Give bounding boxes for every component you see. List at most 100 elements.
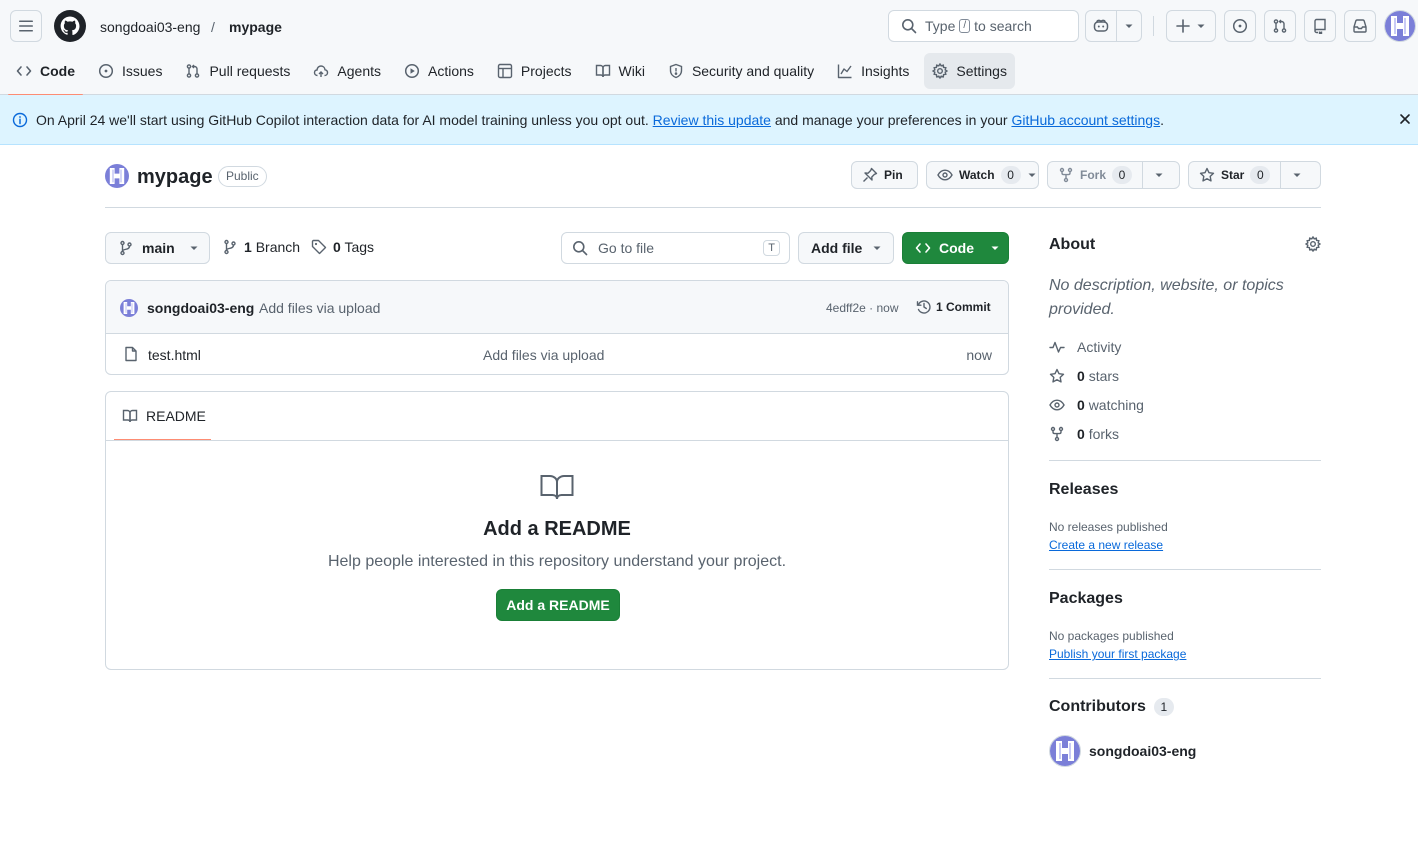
tab-wiki-label: Wiki xyxy=(618,63,645,79)
fork-count: 0 xyxy=(1112,166,1133,184)
issue-opened-icon xyxy=(1232,18,1248,34)
copilot-button[interactable] xyxy=(1086,11,1118,41)
tags-link[interactable]: 0 Tags xyxy=(311,239,374,255)
breadcrumb-owner[interactable]: songdoai03-eng xyxy=(100,17,200,37)
search-icon xyxy=(573,241,588,256)
triangle-down-icon xyxy=(1125,24,1133,28)
hamburger-menu-button[interactable] xyxy=(10,10,42,42)
file-row[interactable]: test.html Add files via upload now xyxy=(106,334,1008,374)
forks-link[interactable]: 0 forks xyxy=(1049,426,1119,442)
packages-heading[interactable]: Packages xyxy=(1049,590,1123,608)
go-to-file-input[interactable]: Go to file T xyxy=(561,232,790,264)
your-pull-requests-button[interactable] xyxy=(1264,10,1296,42)
shield-icon xyxy=(669,63,683,79)
file-commit-message[interactable]: Add files via upload xyxy=(483,347,604,363)
go-to-file-placeholder: Go to file xyxy=(598,240,655,256)
tab-actions-label: Actions xyxy=(428,63,474,79)
readme-divider xyxy=(106,440,1008,441)
contributor-name[interactable]: songdoai03-eng xyxy=(1089,743,1196,759)
commit-author[interactable]: songdoai03-eng xyxy=(147,300,254,316)
account-settings-link[interactable]: GitHub account settings xyxy=(1011,112,1160,128)
watch-button[interactable]: Watch 0 xyxy=(926,161,1039,189)
triangle-down-icon xyxy=(1028,173,1036,177)
pull-request-icon xyxy=(187,64,200,78)
tab-projects[interactable]: Projects xyxy=(489,53,580,89)
stars-link[interactable]: 0 stars xyxy=(1049,368,1119,384)
commit-message[interactable]: Add files via upload xyxy=(259,300,380,316)
activity-label: Activity xyxy=(1077,339,1122,355)
file-listing: songdoai03-eng Add files via upload 4edf… xyxy=(105,280,1009,375)
repo-owner-avatar[interactable] xyxy=(105,164,129,188)
forks-label: forks xyxy=(1088,426,1120,442)
tab-settings-label: Settings xyxy=(956,63,1007,79)
activity-link[interactable]: Activity xyxy=(1049,339,1121,355)
releases-heading[interactable]: Releases xyxy=(1049,481,1118,499)
add-file-button[interactable]: Add file xyxy=(798,232,894,264)
watch-label: Watch xyxy=(959,168,995,182)
eye-icon xyxy=(937,169,953,181)
create-release-link[interactable]: Create a new release xyxy=(1049,538,1163,552)
star-dropdown[interactable] xyxy=(1280,162,1312,188)
contributor-item[interactable]: songdoai03-eng xyxy=(1049,735,1196,767)
add-readme-button[interactable]: Add a README xyxy=(496,589,620,621)
readme-tab[interactable]: README xyxy=(114,392,211,441)
create-new-button[interactable] xyxy=(1166,10,1216,42)
breadcrumb-repo[interactable]: mypage xyxy=(229,17,282,37)
commit-author-avatar[interactable] xyxy=(120,299,138,317)
global-header: songdoai03-eng / mypage Type / to search xyxy=(0,0,1418,96)
tab-insights[interactable]: Insights xyxy=(829,53,917,89)
tab-code[interactable]: Code xyxy=(8,53,83,96)
tab-agents[interactable]: Agents xyxy=(305,53,389,89)
star-button[interactable]: Star 0 xyxy=(1188,161,1321,189)
pin-button[interactable]: Pin xyxy=(851,161,918,189)
contributors-heading[interactable]: Contributors xyxy=(1049,698,1146,716)
readme-empty-description: Help people interested in this repositor… xyxy=(327,553,787,570)
agents-icon xyxy=(314,65,329,77)
sidebar-divider xyxy=(1049,678,1321,679)
code-icon xyxy=(915,243,931,253)
sidebar-divider xyxy=(1049,569,1321,570)
copilot-button-group xyxy=(1085,10,1142,42)
star-label: Star xyxy=(1221,168,1245,182)
publish-package-link[interactable]: Publish your first package xyxy=(1049,647,1186,661)
branches-link[interactable]: 1 Branch xyxy=(222,239,300,255)
repositories-button[interactable] xyxy=(1304,10,1336,42)
gear-icon[interactable] xyxy=(1305,236,1321,252)
repo-title[interactable]: mypage xyxy=(137,165,213,189)
tab-wiki[interactable]: Wiki xyxy=(587,53,653,89)
your-issues-button[interactable] xyxy=(1224,10,1256,42)
tab-insights-label: Insights xyxy=(861,63,910,79)
history-icon xyxy=(916,300,931,314)
fork-button[interactable]: Fork 0 xyxy=(1047,161,1180,189)
tab-pull-requests[interactable]: Pull requests xyxy=(177,53,298,89)
watching-link[interactable]: 0 watching xyxy=(1049,397,1144,413)
visibility-badge: Public xyxy=(218,166,267,187)
banner-text-1: On April 24 we'll start using GitHub Cop… xyxy=(36,111,649,128)
tag-icon xyxy=(311,239,327,255)
tab-settings[interactable]: Settings xyxy=(924,53,1015,89)
fork-dropdown[interactable] xyxy=(1142,162,1174,188)
commit-history-link[interactable]: 1 Commit xyxy=(916,299,991,315)
contributor-avatar[interactable] xyxy=(1049,735,1081,767)
review-update-link[interactable]: Review this update xyxy=(653,112,771,128)
header-divider xyxy=(1153,16,1154,36)
code-dropdown-button[interactable]: Code xyxy=(902,232,1009,264)
close-icon[interactable] xyxy=(1398,112,1412,126)
tab-security[interactable]: Security and quality xyxy=(660,53,822,89)
tab-issues[interactable]: Issues xyxy=(90,53,170,89)
github-logo-icon[interactable] xyxy=(54,10,86,42)
star-icon xyxy=(1049,368,1065,383)
copilot-dropdown-button[interactable] xyxy=(1117,11,1141,41)
file-commit-time: now xyxy=(966,347,992,363)
branch-selector[interactable]: main xyxy=(105,232,210,264)
tab-actions[interactable]: Actions xyxy=(396,53,482,89)
about-heading: About xyxy=(1049,236,1096,253)
file-name[interactable]: test.html xyxy=(148,347,201,363)
commit-hash-time[interactable]: 4edff2e · now xyxy=(826,301,899,315)
user-avatar[interactable] xyxy=(1384,10,1416,42)
add-file-label: Add file xyxy=(811,240,863,256)
notifications-inbox-button[interactable] xyxy=(1344,10,1376,42)
code-icon xyxy=(16,66,32,76)
global-search-input[interactable]: Type / to search xyxy=(888,10,1079,42)
fork-label: Fork xyxy=(1080,168,1107,182)
